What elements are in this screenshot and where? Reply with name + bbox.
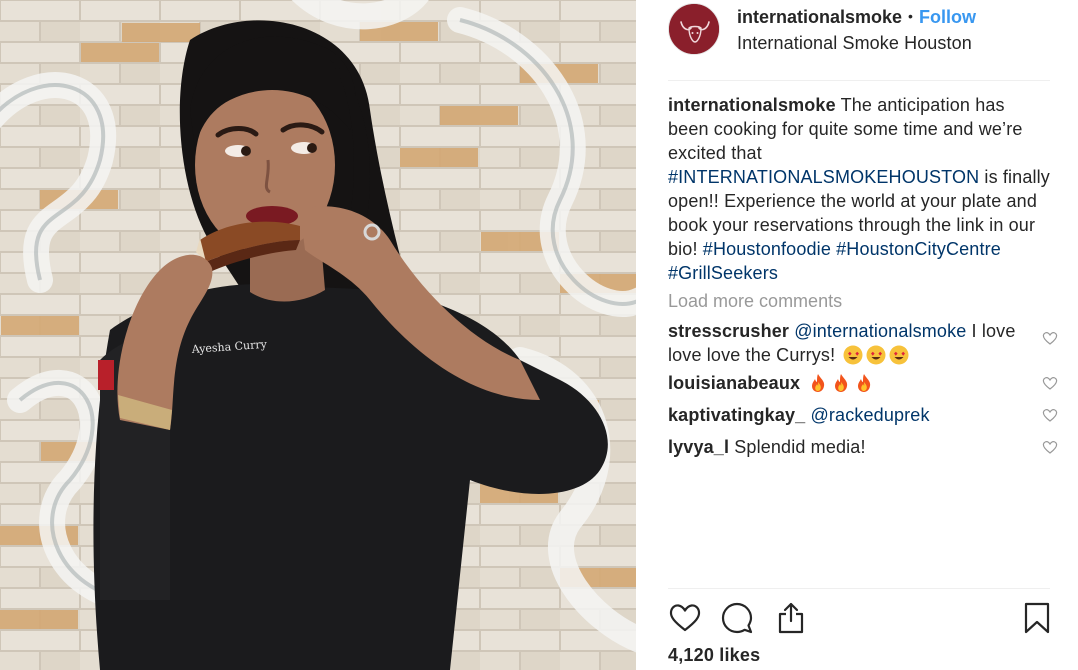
hashtag-link[interactable]: #Houstonfoodie bbox=[703, 239, 831, 259]
fire-emoji-icon bbox=[812, 374, 825, 392]
like-heart-icon[interactable] bbox=[668, 601, 702, 635]
comment-username[interactable]: stresscrusher bbox=[668, 321, 789, 341]
load-more-comments-button[interactable]: Load more comments bbox=[668, 289, 1050, 313]
avatar[interactable] bbox=[668, 3, 720, 55]
header-text: internationalsmoke • Follow International … bbox=[737, 6, 976, 55]
header-user-line: internationalsmoke • Follow bbox=[737, 6, 976, 29]
caption-username[interactable]: internationalsmoke bbox=[668, 95, 836, 115]
comment-item: louisianabeaux bbox=[668, 371, 1058, 395]
post-photo[interactable]: Ayesha Curry bbox=[0, 0, 636, 670]
comment-bubble-icon[interactable] bbox=[720, 601, 754, 635]
location-link[interactable]: International Smoke Houston bbox=[737, 31, 976, 55]
post-header: internationalsmoke • Follow International … bbox=[668, 0, 1050, 81]
hashtag-link[interactable]: #GrillSeekers bbox=[668, 263, 778, 283]
post-details-panel: internationalsmoke • Follow International … bbox=[636, 0, 1078, 670]
heart-eyes-emoji-icon bbox=[889, 345, 909, 365]
hashtag-link[interactable]: #HoustonCityCentre bbox=[836, 239, 1001, 259]
comment-emojis bbox=[840, 345, 909, 365]
comment-item: kaptivatingkay_ @rackeduprek bbox=[668, 403, 1058, 427]
comment-like-heart-icon[interactable] bbox=[1042, 375, 1058, 391]
header-username[interactable]: internationalsmoke bbox=[737, 7, 902, 27]
bull-logo-icon bbox=[669, 4, 719, 54]
caption: internationalsmoke The anticipation has … bbox=[668, 93, 1050, 285]
follow-button[interactable]: Follow bbox=[919, 7, 976, 27]
comment-text: Splendid media! bbox=[734, 437, 866, 457]
save-bookmark-icon[interactable] bbox=[1020, 601, 1054, 635]
comments-section: internationalsmoke The anticipation has … bbox=[668, 93, 1058, 459]
comment-emojis bbox=[805, 373, 874, 393]
comment-item: lyvya_l Splendid media! bbox=[668, 435, 1058, 459]
fire-emoji-icon bbox=[858, 374, 871, 392]
share-upload-icon[interactable] bbox=[774, 601, 808, 635]
hashtag-link[interactable]: #INTERNATIONALSMOKEHOUSTON bbox=[668, 167, 979, 187]
comment-mention[interactable]: @rackeduprek bbox=[810, 405, 929, 425]
likes-count[interactable]: 4,120 likes bbox=[668, 645, 760, 666]
comment-item: stresscrusher @internationalsmoke I love… bbox=[668, 319, 1058, 367]
comment-username[interactable]: lyvya_l bbox=[668, 437, 729, 457]
post-actions-bar: 4,120 likes bbox=[668, 588, 1050, 670]
heart-eyes-emoji-icon bbox=[843, 345, 863, 365]
comment-like-heart-icon[interactable] bbox=[1042, 439, 1058, 455]
comment-username[interactable]: kaptivatingkay_ bbox=[668, 405, 805, 425]
heart-eyes-emoji-icon bbox=[866, 345, 886, 365]
comment-like-heart-icon[interactable] bbox=[1042, 407, 1058, 423]
comment-username[interactable]: louisianabeaux bbox=[668, 373, 800, 393]
comment-mention[interactable]: @internationalsmoke bbox=[794, 321, 966, 341]
comment-like-heart-icon[interactable] bbox=[1042, 330, 1058, 346]
fire-emoji-icon bbox=[835, 374, 848, 392]
header-separator: • bbox=[908, 8, 913, 24]
post-image: Ayesha Curry bbox=[0, 0, 636, 670]
